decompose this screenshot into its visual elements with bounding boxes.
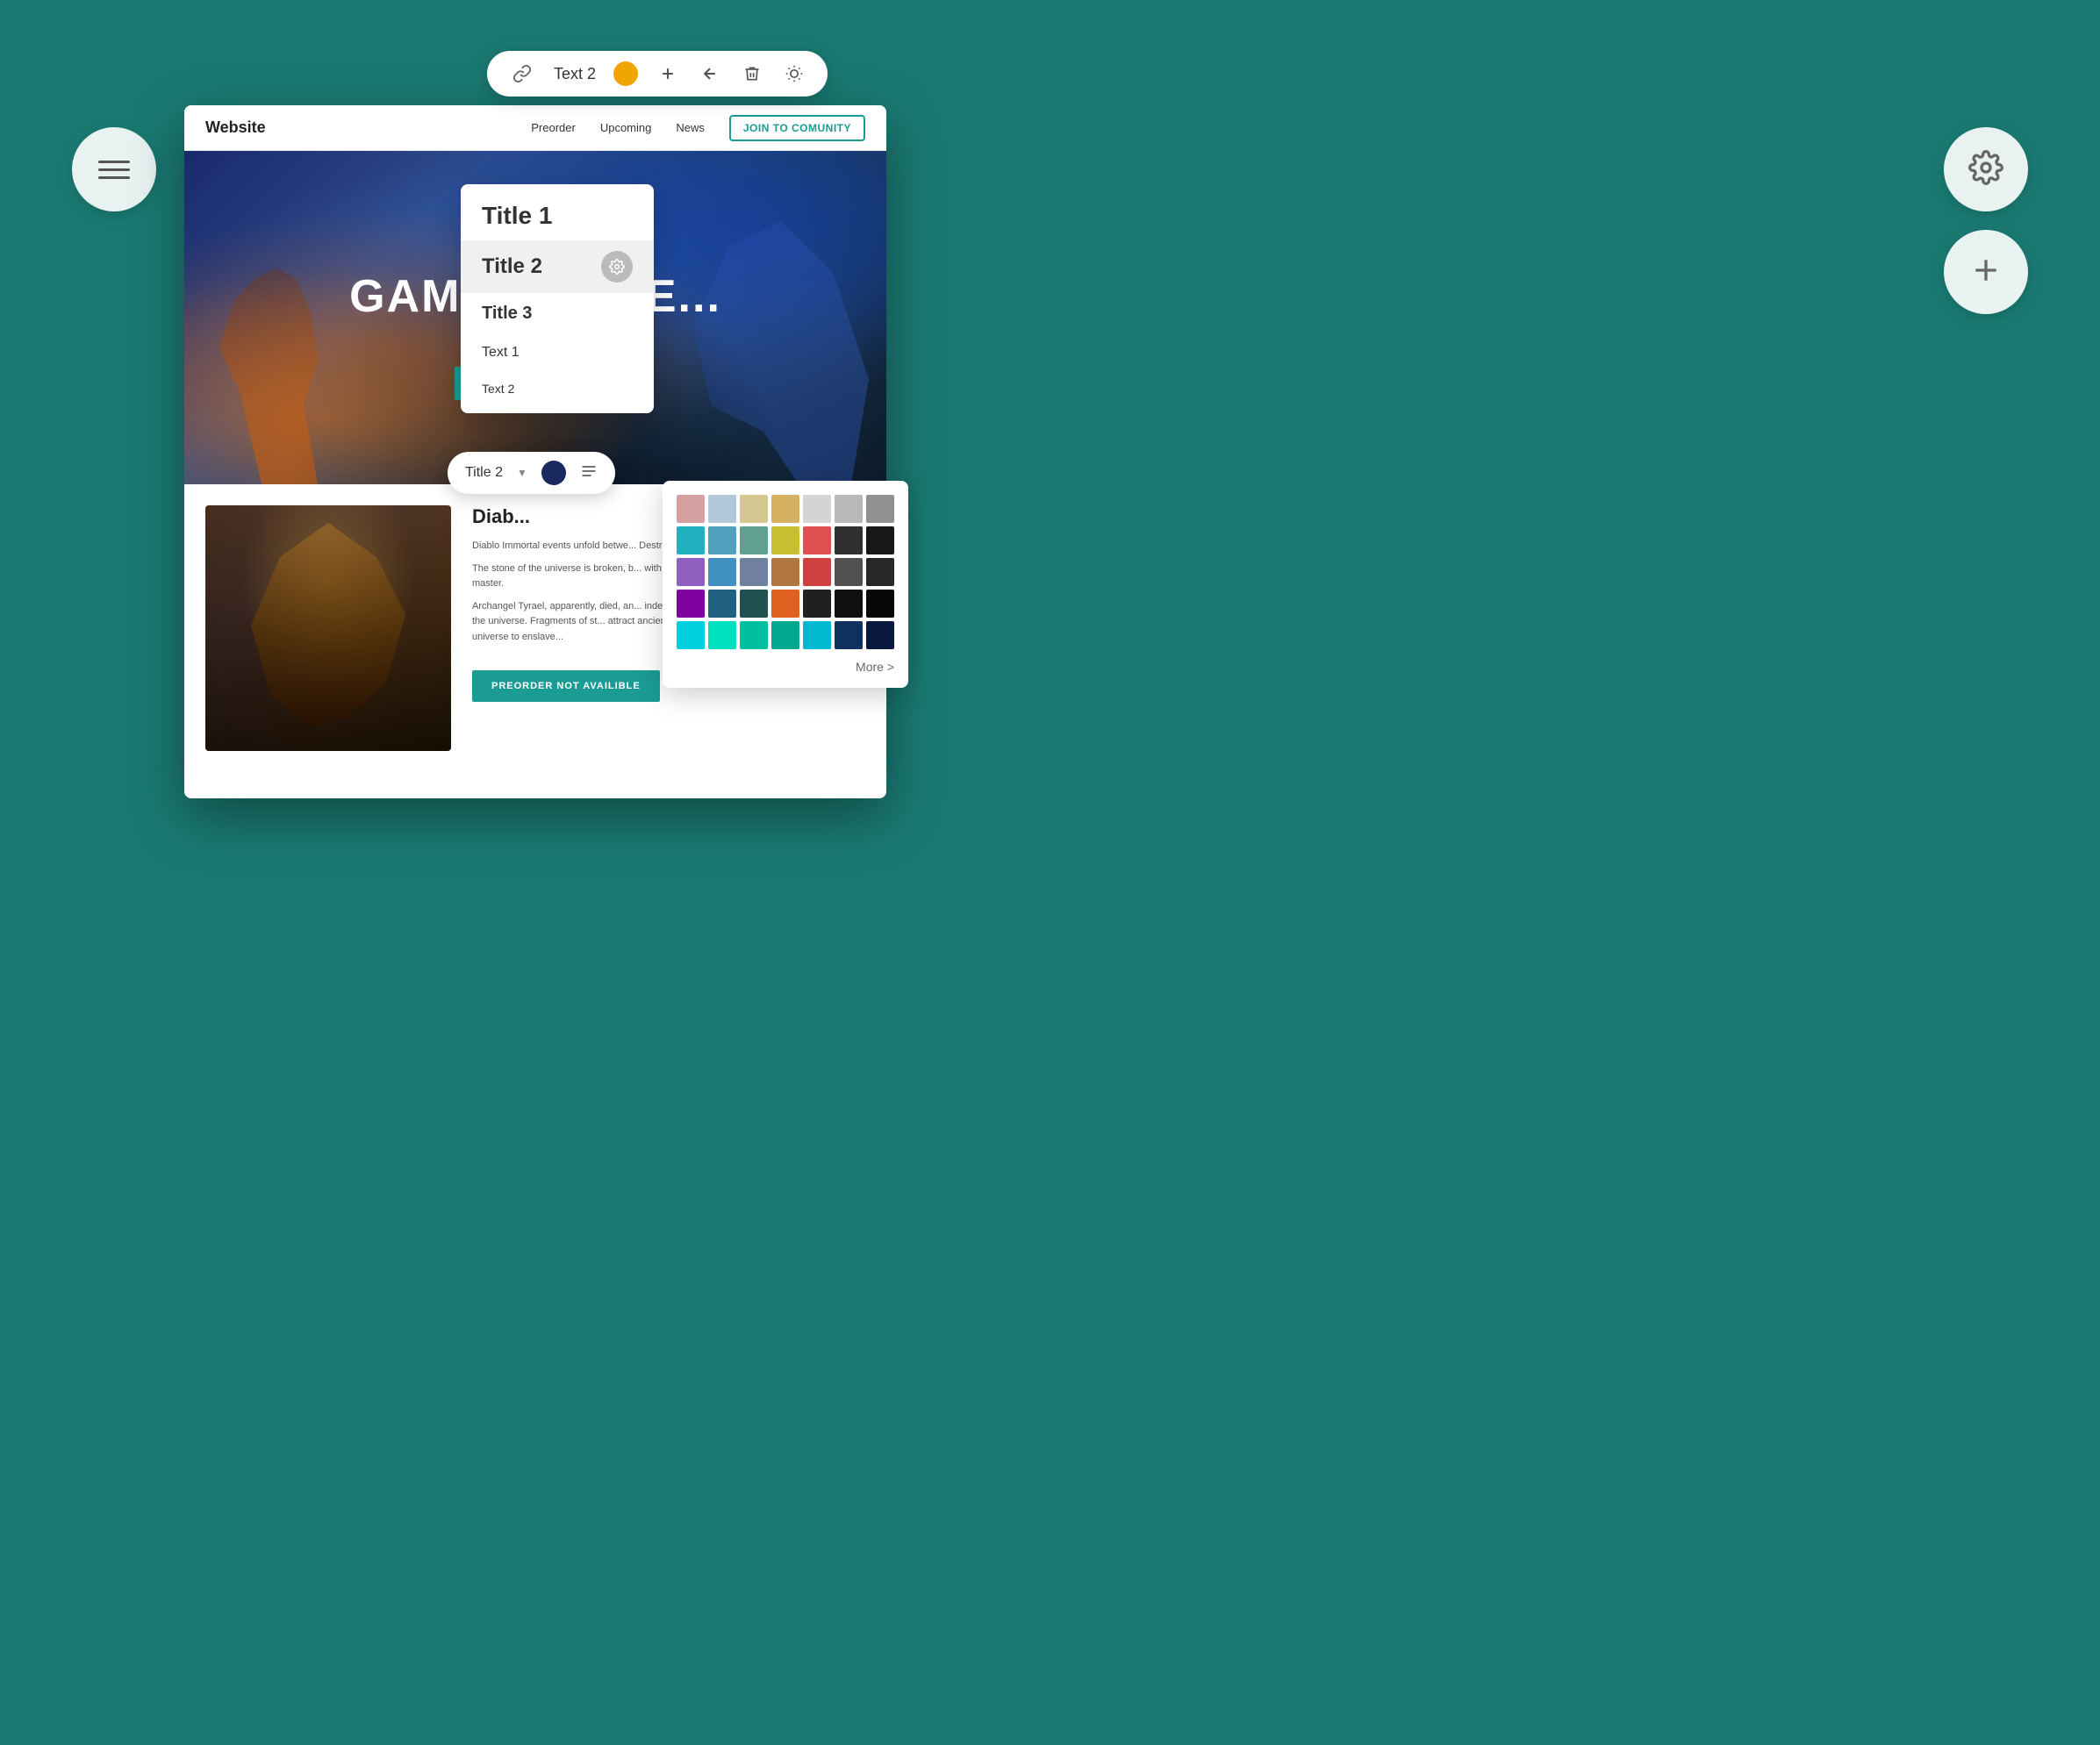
color-swatch[interactable] [866, 495, 894, 523]
color-swatch[interactable] [740, 495, 768, 523]
style-item-title2[interactable]: Title 2 [461, 240, 654, 293]
style-settings-icon[interactable] [601, 251, 633, 282]
nav-link-news[interactable]: News [676, 121, 705, 134]
color-swatch[interactable] [771, 526, 799, 554]
style-label-text1: Text 1 [482, 345, 520, 361]
add-button[interactable] [1944, 230, 2028, 314]
color-swatch[interactable] [803, 558, 831, 586]
toolbar-trash-icon[interactable] [740, 61, 764, 86]
title2-label: Title 2 [465, 465, 503, 481]
nav-links: Preorder Upcoming News JOIN TO COMUNITY [531, 115, 865, 141]
color-palette: More > [663, 481, 908, 688]
more-link[interactable]: More > [677, 660, 894, 674]
color-swatch[interactable] [677, 558, 705, 586]
color-swatch[interactable] [740, 526, 768, 554]
align-icon[interactable] [580, 462, 598, 484]
toolbar-plus-icon[interactable] [656, 61, 680, 86]
color-swatch[interactable] [708, 495, 736, 523]
color-swatch[interactable] [835, 590, 863, 618]
color-swatch[interactable] [866, 558, 894, 586]
color-swatch[interactable] [740, 590, 768, 618]
color-swatch[interactable] [740, 558, 768, 586]
content-image [205, 505, 451, 751]
color-swatch[interactable] [740, 621, 768, 649]
toolbar-dot[interactable] [613, 61, 638, 86]
color-grid [677, 495, 894, 649]
color-swatch[interactable] [677, 526, 705, 554]
color-swatch[interactable] [771, 558, 799, 586]
color-swatch[interactable] [771, 495, 799, 523]
gear-icon [1968, 150, 2003, 190]
color-swatch[interactable] [708, 590, 736, 618]
nav-cta-button[interactable]: JOIN TO COMUNITY [729, 115, 865, 141]
style-item-text2[interactable]: Text 2 [461, 371, 654, 406]
title2-color-dot[interactable] [541, 461, 566, 485]
plus-icon [1968, 253, 2003, 292]
color-swatch[interactable] [803, 495, 831, 523]
content-cta-button[interactable]: PREORDER NOT AVAILIBLE [472, 670, 660, 702]
color-swatch[interactable] [677, 621, 705, 649]
nav-link-upcoming[interactable]: Upcoming [600, 121, 652, 134]
color-swatch[interactable] [803, 621, 831, 649]
title2-arrow: ▼ [517, 467, 527, 479]
style-label-text2: Text 2 [482, 382, 514, 396]
toolbar-label: Text 2 [554, 65, 596, 83]
toolbar-back-icon[interactable] [698, 61, 722, 86]
color-swatch[interactable] [835, 495, 863, 523]
hamburger-button[interactable] [72, 127, 156, 211]
style-label-title1: Title 1 [482, 202, 552, 230]
color-swatch[interactable] [866, 590, 894, 618]
style-label-title2: Title 2 [482, 254, 542, 279]
style-item-title1[interactable]: Title 1 [461, 191, 654, 240]
gear-button[interactable] [1944, 127, 2028, 211]
nav-bar: Website Preorder Upcoming News JOIN TO C… [184, 105, 886, 151]
color-swatch[interactable] [866, 526, 894, 554]
color-swatch[interactable] [771, 590, 799, 618]
color-swatch[interactable] [677, 590, 705, 618]
style-item-title3[interactable]: Title 3 [461, 293, 654, 334]
nav-link-preorder[interactable]: Preorder [531, 121, 576, 134]
style-dropdown: Title 1 Title 2 Title 3 Text 1 Text 2 [461, 184, 654, 413]
color-swatch[interactable] [771, 621, 799, 649]
color-swatch[interactable] [708, 558, 736, 586]
toolbar-sun-icon[interactable] [782, 61, 806, 86]
title2-toolbar: Title 2 ▼ [448, 452, 615, 494]
color-swatch[interactable] [677, 495, 705, 523]
link-icon[interactable] [508, 60, 536, 88]
color-swatch[interactable] [835, 558, 863, 586]
text-toolbar: Text 2 [487, 51, 828, 97]
color-swatch[interactable] [835, 526, 863, 554]
hamburger-icon [98, 161, 130, 179]
color-swatch[interactable] [803, 526, 831, 554]
color-swatch[interactable] [708, 621, 736, 649]
color-swatch[interactable] [803, 590, 831, 618]
style-label-title3: Title 3 [482, 304, 532, 324]
color-swatch[interactable] [708, 526, 736, 554]
nav-logo: Website [205, 118, 266, 137]
color-swatch[interactable] [866, 621, 894, 649]
color-swatch[interactable] [835, 621, 863, 649]
style-item-text1[interactable]: Text 1 [461, 334, 654, 371]
